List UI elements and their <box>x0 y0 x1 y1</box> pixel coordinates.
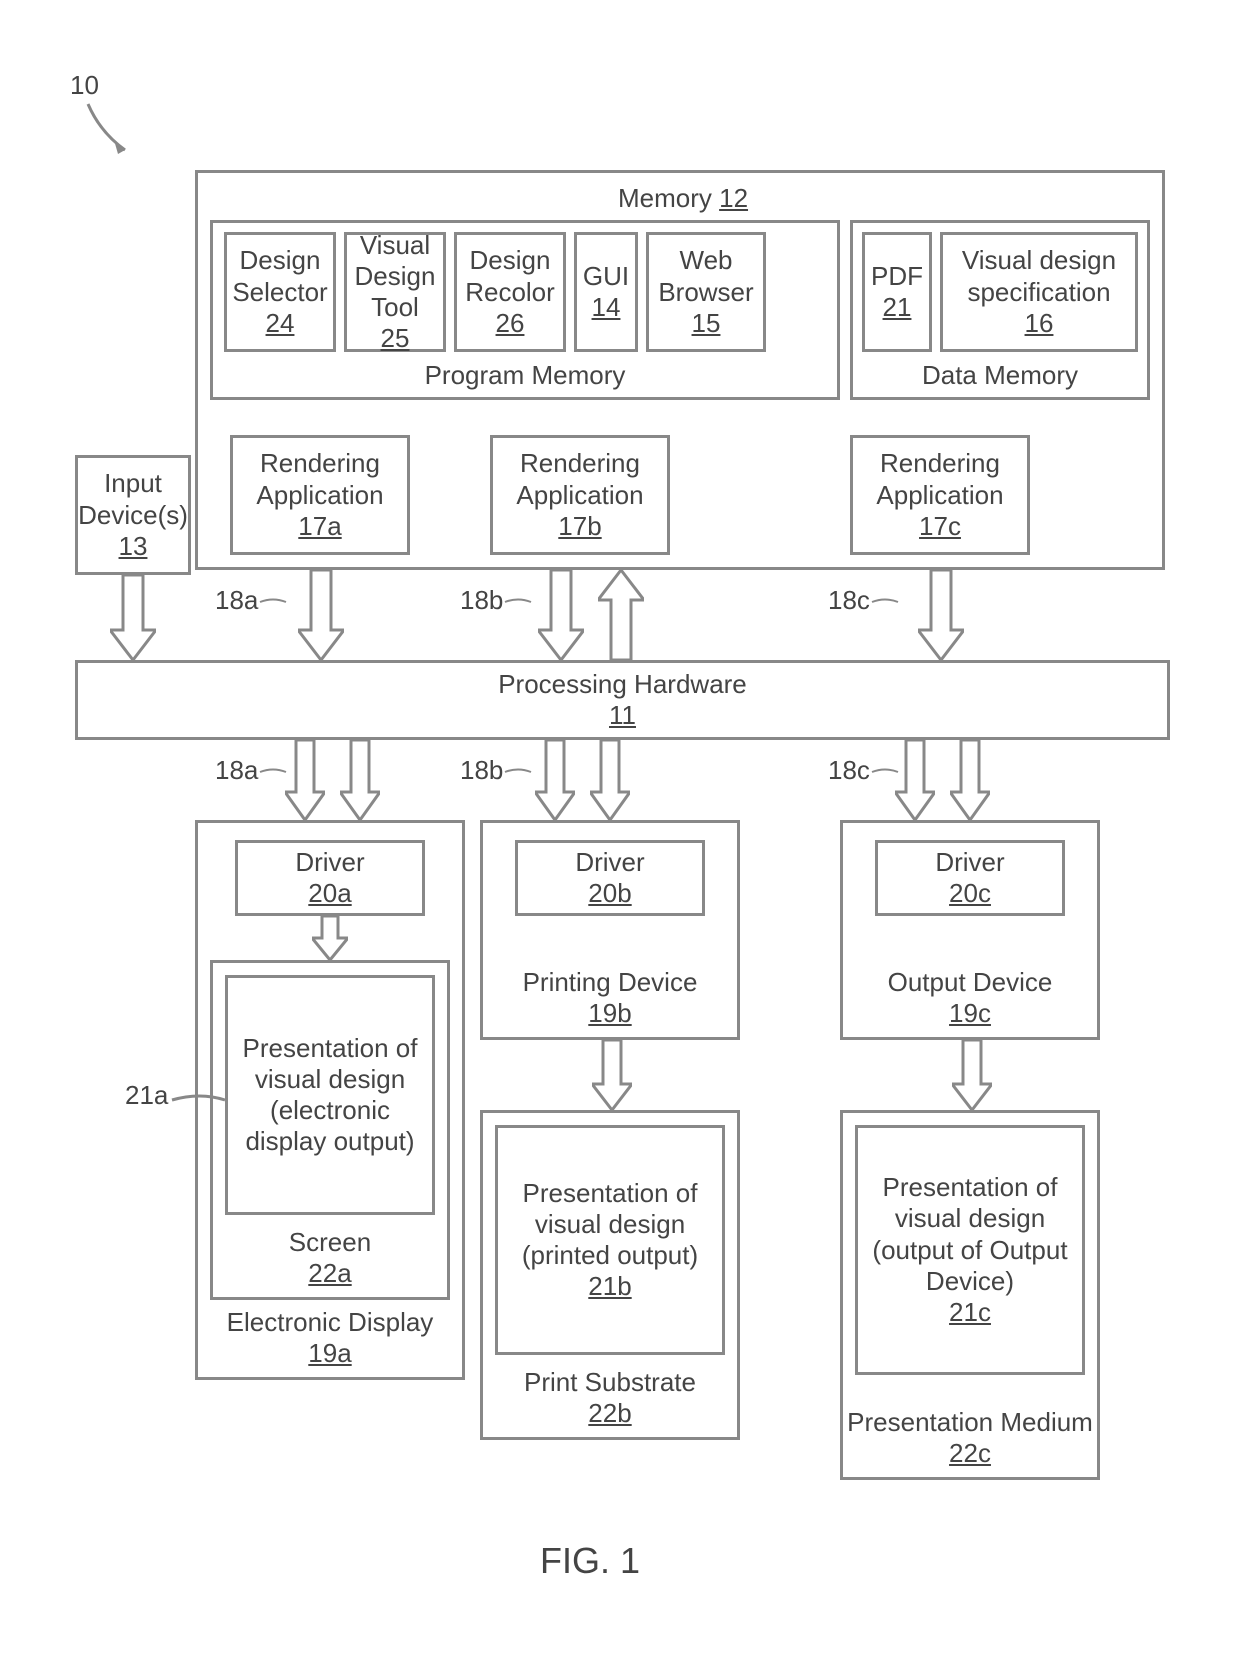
arrow-proc-to-19c-1 <box>895 740 935 820</box>
presentation-c: Presentation of visual design (output of… <box>855 1125 1085 1375</box>
label-18b-upper: 18b​ <box>460 585 533 616</box>
arrow-proc-to-19a-1 <box>285 740 325 820</box>
label-18c-upper: 18c​ <box>828 585 900 616</box>
arrow-proc-to-19b-1 <box>535 740 575 820</box>
figure-label: FIG. 1 <box>540 1540 640 1582</box>
arrow-input-to-proc <box>110 575 156 661</box>
arrow-rendera-down <box>298 570 344 660</box>
diagram-canvas: 10 Memory 12 Program Memory Data Memory … <box>40 40 1200 1622</box>
arrow-driver-a-down <box>312 916 348 960</box>
label-18a-lower: 18a​ <box>215 755 288 786</box>
memory-label: Memory 12 <box>538 183 828 214</box>
arrow-proc-to-19a-2 <box>340 740 380 820</box>
label-18b-lower: 18b​ <box>460 755 533 786</box>
rendering-app-c: Rendering Application17c <box>850 435 1030 555</box>
rendering-app-b: Rendering Application17b <box>490 435 670 555</box>
arrow-renderb-down <box>538 570 584 660</box>
arrow-19b-down <box>592 1040 632 1110</box>
arrow-19c-down <box>952 1040 992 1110</box>
visual-design-tool: Visual Design Tool25 <box>344 232 446 352</box>
lead-10 <box>80 102 140 162</box>
arrow-proc-to-19b-2 <box>590 740 630 820</box>
driver-c: Driver20c <box>875 840 1065 916</box>
driver-a: Driver20a <box>235 840 425 916</box>
driver-b: Driver20b <box>515 840 705 916</box>
design-selector: Design Selector24 <box>224 232 336 352</box>
pdf: PDF21 <box>862 232 932 352</box>
input-device: Input Device(s)13 <box>75 455 191 575</box>
design-recolor: Design Recolor26 <box>454 232 566 352</box>
presentation-b: Presentation of visual design (printed o… <box>495 1125 725 1355</box>
lead-21a <box>170 1090 230 1110</box>
arrow-renderc-down <box>918 570 964 660</box>
processing-hardware: Processing Hardware11 <box>75 660 1170 740</box>
ref-10: 10 <box>70 70 99 101</box>
arrow-proc-to-renderb <box>598 570 644 660</box>
label-18a-upper: 18a​ <box>215 585 288 616</box>
ref-21a: 21a <box>125 1080 168 1111</box>
presentation-a: Presentation of visual design (electroni… <box>225 975 435 1215</box>
visual-design-spec: Visual design specification16 <box>940 232 1138 352</box>
arrow-proc-to-19c-2 <box>950 740 990 820</box>
data-memory-label: Data Memory <box>890 360 1110 391</box>
label-18c-lower: 18c​ <box>828 755 900 786</box>
web-browser: Web Browser15 <box>646 232 766 352</box>
gui: GUI14 <box>574 232 638 352</box>
rendering-app-a: Rendering Application17a <box>230 435 410 555</box>
program-memory-label: Program Memory <box>380 360 670 391</box>
